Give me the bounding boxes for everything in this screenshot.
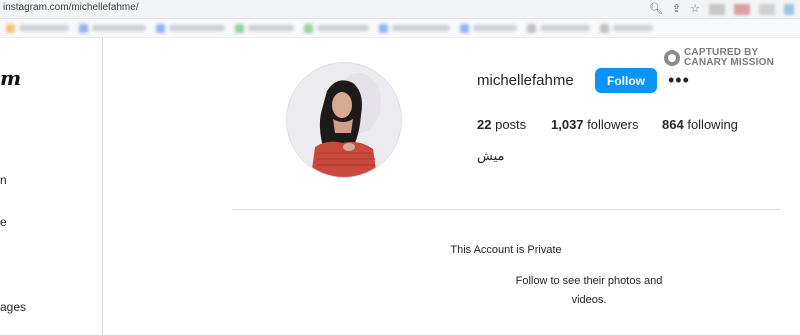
- share-icon[interactable]: ⇪: [672, 0, 681, 18]
- bookmark-item[interactable]: [235, 23, 294, 33]
- bookmark-item[interactable]: [6, 23, 69, 33]
- canary-mission-watermark: CAPTURED BY CANARY MISSION: [664, 48, 774, 68]
- sidebar: m n e ages: [0, 38, 103, 335]
- profile-bio: ميش: [477, 148, 505, 163]
- followers-stat[interactable]: 1,037 followers: [551, 117, 638, 132]
- posts-count: 22: [477, 117, 492, 132]
- avatar-photo: [287, 63, 401, 177]
- posts-stat: 22 posts: [477, 117, 526, 132]
- bookmark-item[interactable]: [600, 23, 653, 33]
- following-label: following: [687, 117, 738, 132]
- star-icon[interactable]: ☆: [690, 0, 700, 18]
- posts-label: posts: [495, 117, 527, 132]
- bookmark-item[interactable]: [460, 23, 517, 33]
- followers-count: 1,037: [551, 117, 584, 132]
- more-options-icon[interactable]: •••: [668, 70, 690, 90]
- sidebar-item[interactable]: e: [0, 215, 7, 229]
- following-stat[interactable]: 864 following: [662, 117, 738, 132]
- menu-icon[interactable]: [784, 3, 794, 15]
- extensions-icon[interactable]: [709, 3, 725, 15]
- watermark-text: CAPTURED BY CANARY MISSION: [684, 48, 774, 68]
- private-account-subtitle: Follow to see their photos and videos.: [515, 275, 663, 306]
- sidebar-item[interactable]: n: [0, 173, 7, 187]
- bookmark-item[interactable]: [156, 23, 225, 33]
- instagram-logo[interactable]: m: [0, 66, 21, 90]
- browser-icons: 🔍︎ ⇪ ☆: [649, 0, 800, 18]
- bookmark-item[interactable]: [527, 23, 590, 33]
- extension-icon[interactable]: [759, 3, 775, 15]
- bookmark-item[interactable]: [379, 23, 450, 33]
- profile-icon[interactable]: [734, 3, 750, 15]
- following-count: 864: [662, 117, 684, 132]
- follow-button[interactable]: Follow: [595, 68, 657, 93]
- section-divider: [232, 209, 780, 210]
- bookmark-item[interactable]: [79, 23, 146, 33]
- browser-toolbar: instagram.com/michellefahme/ 🔍︎ ⇪ ☆: [0, 0, 800, 19]
- bookmarks-bar: [0, 19, 800, 38]
- canary-logo-icon: [664, 50, 680, 66]
- bookmark-item[interactable]: [304, 23, 369, 33]
- profile-username: michellefahme: [477, 72, 574, 89]
- watermark-line2: CANARY MISSION: [684, 57, 775, 68]
- zoom-icon[interactable]: 🔍︎: [649, 0, 663, 18]
- sidebar-item-messages[interactable]: ages: [0, 300, 26, 314]
- followers-label: followers: [587, 117, 639, 132]
- private-account-title: This Account is Private: [450, 244, 562, 256]
- address-bar[interactable]: instagram.com/michellefahme/: [3, 2, 139, 13]
- profile-avatar[interactable]: [286, 62, 402, 178]
